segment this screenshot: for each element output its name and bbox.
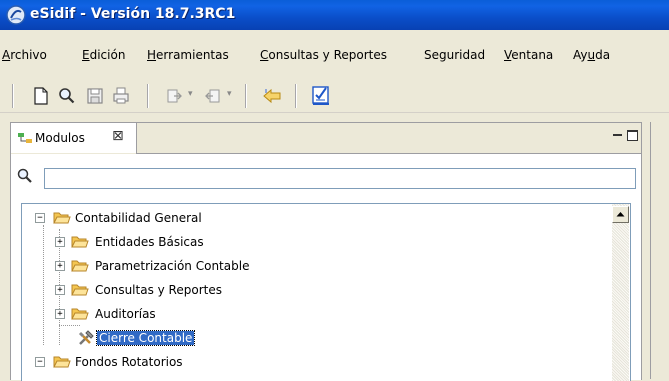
close-icon[interactable]: ⊠ — [112, 128, 124, 144]
collapse-toggle[interactable]: − — [35, 213, 45, 223]
expand-toggle[interactable]: + — [55, 261, 65, 271]
tab-modulos[interactable]: Modulos ⊠ — [11, 123, 137, 153]
tree-node-parametrizacion-contable[interactable]: + Parametrización Contable — [22, 257, 582, 277]
arrow-up-icon — [616, 212, 625, 217]
expand-toggle[interactable]: + — [55, 237, 65, 247]
window-title: eSidif - Versión 18.7.3RC1 — [30, 6, 236, 22]
vertical-scrollbar[interactable] — [612, 204, 629, 381]
tree-node-entidades-basicas[interactable]: + Entidades Básicas — [22, 233, 582, 253]
right-panel-edge — [650, 122, 669, 379]
scroll-up-button[interactable] — [612, 206, 629, 223]
menu-seguridad[interactable]: Seguridad — [424, 48, 485, 62]
tree-node-auditorias[interactable]: + Auditorías — [22, 305, 582, 325]
save-icon[interactable] — [86, 86, 104, 106]
folder-open-icon — [71, 308, 89, 320]
folder-open-icon — [53, 212, 71, 224]
chevron-down-icon[interactable]: ▾ — [227, 89, 232, 99]
maximize-icon[interactable] — [627, 130, 638, 141]
folder-open-icon — [71, 284, 89, 296]
search-icon[interactable] — [58, 86, 76, 106]
toolbar-divider — [0, 112, 669, 113]
tools-icon — [78, 330, 94, 345]
menu-consultas-y-reportes[interactable]: Consultas y Reportes — [260, 48, 387, 62]
esidif-logo-icon — [6, 5, 26, 25]
chevron-down-icon[interactable]: ▾ — [188, 89, 193, 99]
folder-open-icon — [71, 260, 89, 272]
expand-toggle[interactable]: + — [55, 285, 65, 295]
back-icon[interactable] — [262, 86, 284, 106]
menu-ayuda[interactable]: Ayuda — [573, 48, 610, 62]
folder-open-icon — [53, 356, 71, 368]
toolbar-separator — [245, 84, 247, 108]
toolbar-separator — [147, 84, 149, 108]
menu-edicion[interactable]: Edición — [82, 48, 125, 62]
toolbar: ▾ ▾ — [0, 82, 669, 110]
toolbar-separator — [295, 84, 297, 108]
expand-toggle[interactable]: + — [55, 309, 65, 319]
module-tree[interactable]: − Contabilidad General + Entidades Básic… — [21, 203, 631, 381]
minimize-icon[interactable] — [612, 128, 624, 140]
menu-herramientas[interactable]: Herramientas — [147, 48, 229, 62]
tree-node-contabilidad-general[interactable]: − Contabilidad General — [22, 209, 582, 229]
menu-archivo[interactable]: Archivo — [2, 48, 47, 62]
tab-label: Modulos — [35, 131, 85, 145]
import-icon[interactable] — [166, 86, 184, 106]
title-bar[interactable]: eSidif - Versión 18.7.3RC1 — [0, 0, 669, 30]
search-icon — [17, 168, 32, 183]
new-document-icon[interactable] — [32, 86, 50, 106]
export-icon[interactable] — [203, 86, 221, 106]
print-icon[interactable] — [112, 86, 130, 106]
hierarchy-icon — [18, 133, 32, 143]
tree-node-cierre-contable[interactable]: Cierre Contable — [22, 329, 582, 349]
search-input[interactable] — [44, 168, 636, 189]
collapse-toggle[interactable]: − — [35, 357, 45, 367]
tree-node-fondos-rotatorios[interactable]: − Fondos Rotatorios — [22, 353, 582, 373]
toolbar-separator — [12, 84, 14, 108]
tree-connector — [59, 325, 80, 327]
modulos-view: Modulos ⊠ − Contabilidad General + Entid… — [10, 122, 642, 381]
menu-ventana[interactable]: Ventana — [504, 48, 553, 62]
tree-node-consultas-y-reportes[interactable]: + Consultas y Reportes — [22, 281, 582, 301]
checklist-icon[interactable] — [311, 84, 331, 106]
folder-open-icon — [71, 236, 89, 248]
